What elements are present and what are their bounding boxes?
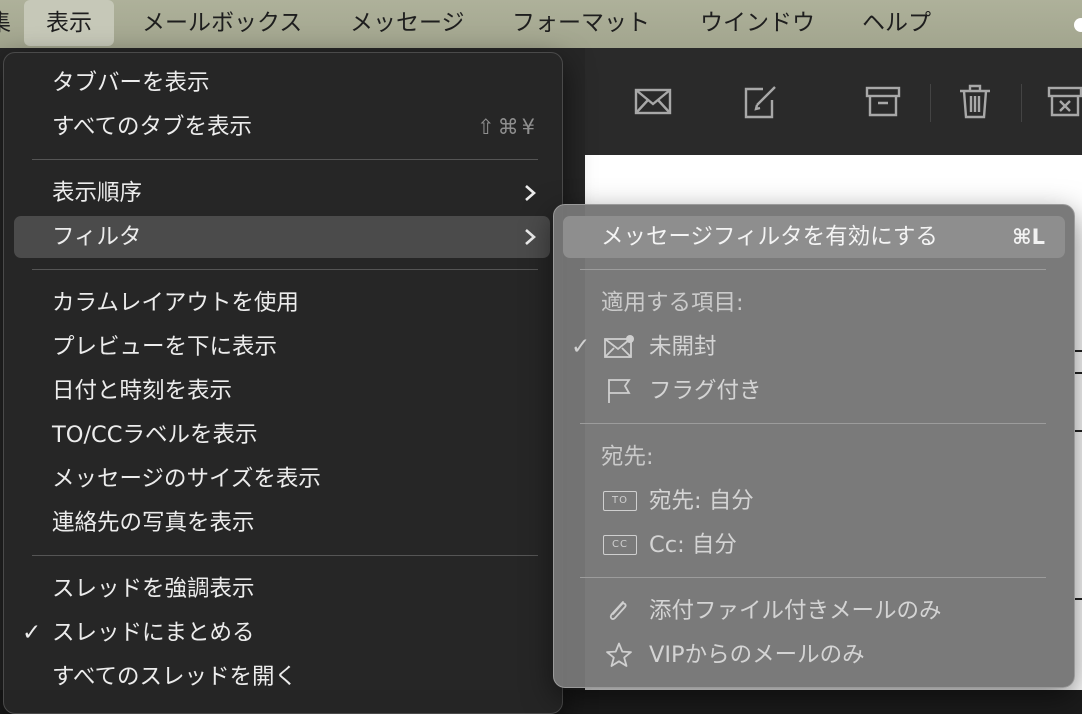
envelope-icon[interactable] [633, 81, 673, 121]
flag-icon [608, 379, 631, 403]
compose-icon[interactable] [741, 81, 781, 121]
list-divider [1074, 350, 1082, 352]
menu-item-filter[interactable]: フィルタ [14, 216, 550, 258]
menu-item-show-all-tabs[interactable]: すべてのタブを表示 ⇧⌘¥ [14, 106, 550, 148]
menu-item-show-tab-bar[interactable]: タブバーを表示 [14, 62, 550, 104]
menu-item-show-to-cc-label[interactable]: TO/CCラベルを表示 [14, 414, 550, 456]
menu-item-sort-by[interactable]: 表示順序 [14, 172, 550, 214]
menu-item-attachments-only[interactable]: 添付ファイル付きメールのみ [563, 590, 1065, 632]
mail-toolbar [585, 48, 1082, 155]
menu-item-show-message-size[interactable]: メッセージのサイズを表示 [14, 458, 550, 500]
paperclip-icon [609, 601, 627, 620]
menu-separator [580, 577, 1046, 578]
shortcut-label: ⇧⌘¥ [477, 115, 538, 139]
menu-item-organize-by-thread[interactable]: ✓ スレッドにまとめる [14, 612, 550, 654]
menu-separator [580, 269, 1046, 270]
menu-item-show-date-time[interactable]: 日付と時刻を表示 [14, 370, 550, 412]
chevron-right-icon [525, 185, 536, 201]
menu-item-vip-only[interactable]: VIPからのメールのみ [563, 634, 1065, 676]
menu-item-use-column-layout[interactable]: カラムレイアウトを使用 [14, 282, 550, 324]
menu-separator [32, 269, 538, 270]
chevron-right-icon [525, 229, 536, 245]
menubar-item-message[interactable]: メッセージ [350, 0, 465, 48]
shortcut-label: ⌘L [1012, 225, 1045, 249]
menu-item-expand-all-threads[interactable]: すべてのスレッドを開く [14, 656, 550, 698]
trash-icon[interactable] [955, 81, 995, 121]
section-header-recipient: 宛先: [601, 444, 654, 470]
archive-icon[interactable] [863, 81, 903, 121]
list-divider [1074, 598, 1082, 600]
menu-item-show-preview-below[interactable]: プレビューを下に表示 [14, 326, 550, 368]
menubar-item-mailbox[interactable]: メールボックス [142, 0, 302, 48]
menu-separator [580, 423, 1046, 424]
toolbar-divider [930, 84, 931, 122]
menu-item-show-contact-photos[interactable]: 連絡先の写真を表示 [14, 502, 550, 544]
menubar-item-help[interactable]: ヘルプ [862, 0, 931, 48]
menu-bar: 集 表示 メールボックス メッセージ フォーマット ウインドウ ヘルプ [0, 0, 1082, 48]
menu-item-cc-me[interactable]: CC Cc: 自分 [563, 524, 1065, 566]
checkmark-icon: ✓ [22, 620, 42, 646]
menubar-item-format[interactable]: フォーマット [512, 0, 650, 48]
menubar-item-window[interactable]: ウインドウ [700, 0, 815, 48]
menu-separator [32, 555, 538, 556]
view-menu: タブバーを表示 すべてのタブを表示 ⇧⌘¥ 表示順序 フィルタ カラムレイアウト… [3, 52, 563, 714]
control-center-icon[interactable] [1074, 18, 1082, 32]
star-icon [606, 642, 632, 667]
menubar-item-view[interactable]: 表示 [24, 0, 114, 46]
list-divider [1074, 430, 1082, 432]
checkmark-icon: ✓ [571, 334, 591, 360]
section-header-apply: 適用する項目: [601, 290, 744, 316]
menu-item-to-me[interactable]: TO 宛先: 自分 [563, 480, 1065, 522]
menu-item-flagged[interactable]: フラグ付き [563, 370, 1065, 412]
menubar-item-edit-partial[interactable]: 集 [0, 0, 11, 48]
menu-item-unread[interactable]: ✓ 未開封 [563, 326, 1065, 368]
menu-separator [32, 159, 538, 160]
filter-submenu: メッセージフィルタを有効にする ⌘L 適用する項目: ✓ 未開封 フラグ付き 宛… [553, 204, 1075, 688]
menu-item-highlight-threads[interactable]: スレッドを強調表示 [14, 568, 550, 610]
menu-item-enable-message-filter[interactable]: メッセージフィルタを有効にする ⌘L [563, 216, 1065, 258]
list-divider [1074, 372, 1082, 374]
cc-tag-icon: CC [603, 535, 637, 555]
toolbar-divider [1021, 84, 1022, 122]
junk-icon[interactable] [1045, 81, 1082, 121]
unread-envelope-icon [604, 335, 634, 358]
to-tag-icon: TO [603, 491, 637, 511]
